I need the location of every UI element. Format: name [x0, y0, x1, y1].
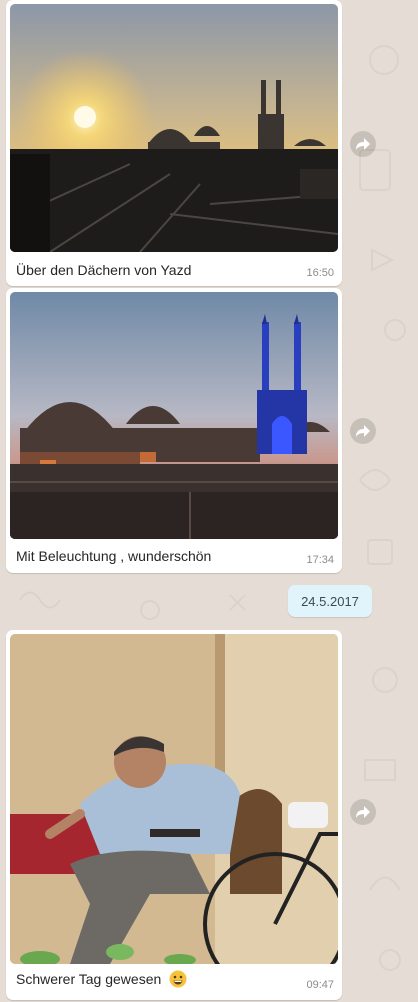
message-caption: Mit Beleuchtung , wunderschön: [16, 548, 212, 564]
illuminated-minarets-photo[interactable]: [10, 292, 338, 539]
yazd-rooftops-sunset-photo[interactable]: [10, 4, 338, 252]
message-caption: Schwerer Tag gewesen: [16, 970, 187, 988]
man-resting-on-chair-photo[interactable]: [10, 634, 338, 964]
forward-arrow-icon[interactable]: [350, 131, 376, 157]
image-message[interactable]: Mit Beleuchtung , wunderschön 17:34: [6, 288, 342, 573]
forward-arrow-icon[interactable]: [350, 799, 376, 825]
image-message[interactable]: Schwerer Tag gewesen 09:47: [6, 630, 342, 1000]
caption-text: Schwerer Tag gewesen: [16, 971, 162, 987]
message-time: 09:47: [306, 979, 334, 991]
message-time: 17:34: [306, 554, 334, 566]
image-message[interactable]: Über den Dächern von Yazd 16:50: [6, 0, 342, 286]
grinning-face-emoji-icon: [169, 970, 187, 988]
message-time: 16:50: [306, 267, 334, 279]
forward-arrow-icon[interactable]: [350, 418, 376, 444]
message-caption: Über den Dächern von Yazd: [16, 262, 192, 278]
date-separator: 24.5.2017: [288, 585, 372, 617]
